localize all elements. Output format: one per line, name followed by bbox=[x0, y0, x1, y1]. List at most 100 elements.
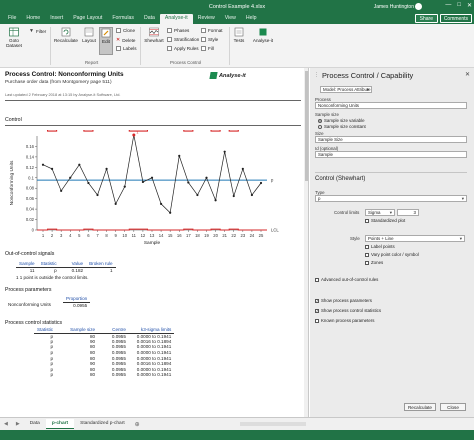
signals-header: Sample bbox=[16, 261, 38, 268]
type-select[interactable]: p bbox=[315, 195, 467, 202]
vary-color-checkbox[interactable]: Vary point color / symbol bbox=[365, 252, 419, 257]
maximize-icon[interactable]: □ bbox=[457, 2, 461, 9]
x-tick-label: 17 bbox=[186, 233, 191, 238]
limits-label: Control limits bbox=[334, 210, 360, 215]
sheet-next-icon[interactable]: ▶ bbox=[12, 421, 24, 427]
layout-icon bbox=[84, 27, 94, 37]
format-button[interactable]: Format bbox=[201, 28, 223, 33]
shewhart-button[interactable]: Shewhart bbox=[143, 27, 165, 43]
checkbox-icon bbox=[315, 318, 319, 323]
status-bar bbox=[0, 430, 474, 440]
user-name[interactable]: James Huntington bbox=[374, 4, 414, 10]
y-tick-label: 0.1 bbox=[28, 175, 34, 180]
tab-review[interactable]: Review bbox=[193, 14, 220, 24]
standardized-checkbox[interactable]: Standardized plot bbox=[365, 218, 405, 223]
tab-help[interactable]: Help bbox=[241, 14, 262, 24]
horizontal-scrollbar[interactable] bbox=[240, 422, 306, 426]
tab-view[interactable]: View bbox=[220, 14, 241, 24]
x-tick-label: 12 bbox=[141, 233, 146, 238]
advanced-rules-checkbox[interactable]: Advanced out-of-control rules bbox=[315, 277, 378, 282]
edit-button[interactable]: Edit bbox=[99, 27, 113, 55]
recalculate-button[interactable]: Recalculate bbox=[404, 403, 436, 411]
scrollbar-thumb[interactable] bbox=[304, 71, 308, 181]
label-points-checkbox[interactable]: Label points bbox=[365, 244, 395, 249]
show-stats-checkbox[interactable]: ✓ Show process control statistics bbox=[315, 308, 381, 313]
sheet-prev-icon[interactable]: ◀ bbox=[0, 421, 12, 427]
table-icon bbox=[9, 27, 19, 37]
stratification-icon bbox=[167, 37, 172, 42]
data-point bbox=[50, 167, 54, 170]
stratification-button[interactable]: Stratification bbox=[167, 37, 199, 42]
clone-button[interactable]: Clone bbox=[116, 28, 135, 33]
show-params-checkbox[interactable]: ✓ Show process parameters bbox=[315, 298, 372, 303]
data-point bbox=[141, 180, 145, 184]
style-select[interactable]: Points + Line bbox=[365, 235, 465, 242]
y-axis-title: Nonconforming Units bbox=[9, 160, 15, 205]
zones-checkbox[interactable]: Zones bbox=[365, 260, 383, 265]
layout-button[interactable]: Layout bbox=[80, 27, 98, 43]
share-button[interactable]: Share bbox=[414, 14, 438, 23]
signals-header: Broken rule bbox=[86, 261, 116, 268]
process-field[interactable]: Nonconforming Units bbox=[315, 102, 467, 109]
style-button[interactable]: Style bbox=[201, 37, 218, 42]
sample-variable-radio[interactable]: Sample size variable bbox=[318, 118, 365, 123]
style-label: Style bbox=[350, 236, 360, 241]
id-field[interactable]: Sample bbox=[315, 151, 467, 158]
close-button[interactable]: Close bbox=[440, 403, 466, 411]
sample-size-label: Sample size bbox=[315, 112, 339, 117]
known-params-checkbox[interactable]: Known process parameters bbox=[315, 318, 374, 323]
goto-dataset-button[interactable]: Goto Dataset bbox=[3, 27, 25, 48]
limits-k-field[interactable]: 3 bbox=[397, 209, 419, 216]
data-point bbox=[159, 202, 163, 205]
clone-label: Clone bbox=[123, 28, 136, 33]
data-point bbox=[232, 194, 235, 198]
tests-button[interactable]: Tests bbox=[231, 27, 247, 43]
comments-button[interactable]: Comments bbox=[439, 14, 472, 23]
data-point bbox=[214, 199, 217, 202]
filter-icon: ▼ bbox=[29, 28, 34, 34]
model-select[interactable]: Model: Process Attribute bbox=[320, 86, 372, 93]
limits-select[interactable]: Sigma bbox=[365, 209, 395, 216]
recalculate-button[interactable]: Recalculate bbox=[53, 27, 79, 43]
zones-label: Zones bbox=[371, 260, 384, 265]
analyse-it-logo: Analyse-it bbox=[209, 72, 246, 79]
fill-button[interactable]: Fill bbox=[201, 46, 214, 51]
logo-text: Analyse-it bbox=[219, 72, 246, 79]
labels-button[interactable]: Labels bbox=[116, 46, 137, 51]
add-sheet-icon[interactable]: ⊕ bbox=[131, 421, 144, 428]
x-axis-title: Sample bbox=[144, 240, 161, 246]
phases-button[interactable]: Phases bbox=[167, 28, 189, 33]
tab-insert[interactable]: Insert bbox=[45, 14, 68, 24]
data-point bbox=[205, 176, 208, 179]
delete-button[interactable]: ✕ Delete bbox=[116, 37, 135, 43]
vertical-scrollbar[interactable] bbox=[304, 68, 308, 417]
tab-file[interactable]: File bbox=[3, 14, 21, 24]
apply-rules-button[interactable]: Apply Rules bbox=[167, 46, 199, 51]
analyse-it-button[interactable]: Analyse-it bbox=[251, 27, 275, 43]
sheet-tab-p-chart[interactable]: p-chart bbox=[45, 419, 75, 429]
x-tick-label: 20 bbox=[213, 233, 218, 238]
section-signals-title: Out-of-control signals bbox=[5, 251, 55, 257]
tab-analyse-it[interactable]: Analyse-it bbox=[159, 14, 193, 24]
edit-icon bbox=[101, 28, 111, 38]
close-icon[interactable]: ✕ bbox=[467, 2, 472, 9]
tab-data[interactable]: Data bbox=[139, 14, 160, 24]
filter-button[interactable]: ▼ Filter bbox=[29, 28, 46, 34]
tab-home[interactable]: Home bbox=[21, 14, 45, 24]
size-field[interactable]: Sample Size bbox=[315, 136, 467, 143]
divider bbox=[5, 100, 301, 101]
avatar[interactable] bbox=[415, 3, 422, 10]
standardized-label: Standardized plot bbox=[371, 218, 406, 223]
minimize-icon[interactable]: — bbox=[445, 2, 451, 9]
sample-constant-radio[interactable]: Sample size constant bbox=[318, 124, 366, 129]
pane-menu-icon[interactable]: ⋮ bbox=[314, 72, 319, 78]
tab-formulas[interactable]: Formulas bbox=[107, 14, 139, 24]
tab-page-layout[interactable]: Page Layout bbox=[68, 14, 107, 24]
tests-label: Tests bbox=[233, 38, 245, 43]
sheet-tab-standardized-p-chart[interactable]: Standardized p-chart bbox=[74, 419, 131, 429]
clone-icon bbox=[116, 28, 121, 33]
title-bar: Control Example 4.xlsx James Huntington … bbox=[0, 0, 474, 13]
sheet-tab-data[interactable]: Data bbox=[24, 419, 46, 429]
x-tick-label: 4 bbox=[69, 233, 72, 238]
close-icon[interactable]: ✕ bbox=[465, 71, 470, 78]
